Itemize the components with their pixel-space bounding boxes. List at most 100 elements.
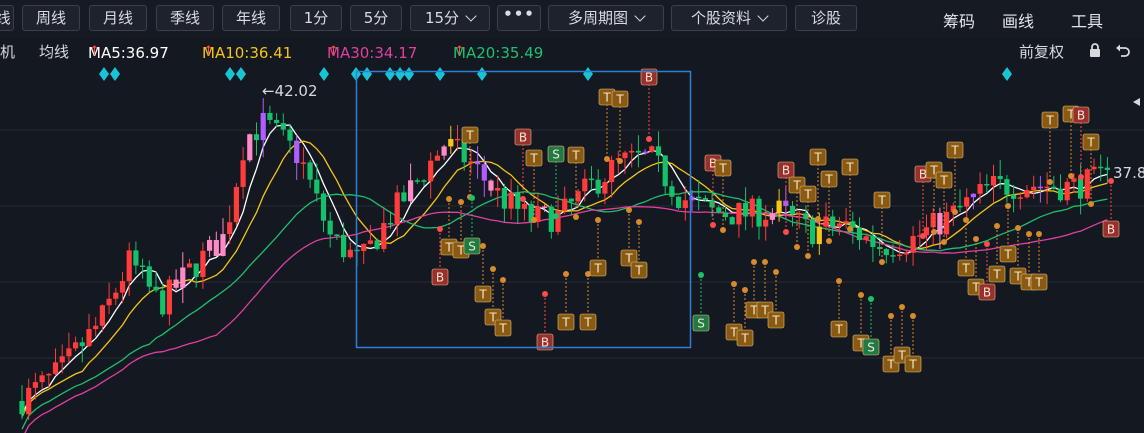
signal-badge: B (1102, 178, 1120, 238)
candle-body (428, 160, 434, 182)
multi-period-label: 多周期图 (567, 9, 628, 27)
stock-info-select[interactable]: 个股资料 (671, 5, 787, 31)
candle-body (32, 382, 38, 388)
tools-menu[interactable]: 工具 (1071, 8, 1113, 32)
more-dots-icon: ••• (503, 5, 535, 23)
candle-body (501, 187, 507, 209)
candle-body (314, 179, 320, 194)
candle-body (93, 325, 99, 330)
signal-dot (1036, 231, 1042, 237)
signal-dot (531, 217, 537, 223)
toolbar-cut-button[interactable]: 线 (0, 5, 14, 31)
kline-chart[interactable]: T BST TT TBB TT T SBTTTBT TTTTST TT TTBTTTTTTTT ST… (0, 64, 1144, 433)
candle-body (749, 198, 755, 217)
signal-badge-letter: T (1003, 248, 1012, 262)
period-select[interactable]: 15分 (410, 5, 490, 31)
candle-body (1004, 179, 1010, 195)
candle-body (260, 112, 266, 141)
candle-body (649, 146, 655, 152)
candle-body (776, 200, 782, 214)
weekly-button[interactable]: 周线 (22, 5, 80, 31)
signal-dot (469, 195, 475, 201)
ma-average-label[interactable]: 均线 (39, 41, 69, 62)
signal-badge: S (692, 272, 710, 332)
quarterly-button[interactable]: 季线 (156, 5, 214, 31)
diamond-marker (319, 67, 329, 81)
chips-link[interactable]: 筹码 (943, 8, 975, 32)
signal-dot (858, 292, 864, 298)
ma-bar-cut-label: 机 (0, 43, 16, 61)
signal-badge-letter: T (561, 316, 570, 330)
undo-icon[interactable] (1115, 42, 1131, 58)
candle-body (166, 279, 172, 315)
candle-body (662, 155, 668, 187)
candle-body (334, 234, 340, 237)
signal-dot (731, 281, 737, 287)
signal-dot (698, 272, 704, 278)
yearly-button[interactable]: 年线 (222, 5, 280, 31)
candle-body (769, 213, 775, 220)
signal-badge-letter: T (845, 161, 854, 175)
signal-badge-letter: T (803, 188, 812, 202)
candle-body (823, 216, 829, 227)
candle-body (622, 152, 628, 159)
candle-body (1098, 166, 1104, 169)
draw-line-link[interactable]: 画线 (1002, 8, 1034, 32)
ma5-value: MA5:36.97 (88, 44, 169, 62)
candle-body (233, 186, 239, 223)
candle-body (635, 150, 641, 153)
signal-badge-letter: T (908, 358, 917, 372)
signal-badge: T (904, 313, 922, 373)
candle-body (629, 150, 635, 153)
signal-badge: T (579, 271, 597, 331)
monthly-button[interactable]: 月线 (89, 5, 147, 31)
diagnose-button[interactable]: 诊股 (795, 5, 857, 31)
5min-button[interactable]: 5分 (350, 5, 402, 31)
multi-period-select[interactable]: 多周期图 (548, 5, 664, 31)
ma-legend-bar: 机 均线 MA5:36.97 ↑ MA10:36.41 ↑ MA30:34.17 ↑ … (0, 38, 1144, 64)
signal-badge-letter: T (1034, 276, 1043, 290)
candle-body (52, 362, 59, 374)
candle-body (548, 206, 554, 232)
signal-badge: T (630, 219, 648, 279)
candle-body (454, 138, 461, 141)
signal-dot (899, 304, 905, 310)
signal-badge-letter: S (552, 148, 560, 162)
signal-badge-letter: T (961, 262, 970, 276)
signal-dot (847, 226, 853, 232)
candle-body (863, 236, 869, 241)
candle-body (1037, 186, 1043, 189)
period-select-value: 15分 (424, 9, 460, 27)
candle-body (582, 178, 588, 192)
candle-body (930, 212, 936, 228)
candle-body (267, 112, 273, 120)
signal-dot (480, 243, 486, 249)
candle-body (515, 192, 521, 209)
signal-dot (815, 216, 821, 222)
signal-dot (542, 291, 548, 297)
candle-body (856, 227, 863, 241)
adjust-mode-label[interactable]: 前复权 (1019, 41, 1064, 62)
candle-body (39, 375, 45, 383)
selection-box[interactable] (355, 70, 692, 349)
chevron-down-icon (634, 10, 646, 22)
1min-button[interactable]: 1分 (290, 5, 342, 31)
candle-body (173, 279, 179, 288)
lock-icon[interactable] (1087, 42, 1103, 58)
candle-body (119, 281, 126, 293)
signal-dot (826, 238, 832, 244)
signal-dot (604, 156, 610, 162)
candle-body (1051, 186, 1057, 189)
ma10-value: MA10:36.41 (202, 44, 293, 62)
candle-body (984, 184, 990, 186)
candle-body (1044, 186, 1050, 189)
candles (19, 98, 1110, 420)
more-button[interactable]: ••• (497, 5, 541, 31)
signal-badge-letter: T (465, 129, 474, 143)
signal-badge: T (841, 158, 859, 232)
up-arrow-icon: ↑ (203, 44, 214, 59)
candle-body (729, 217, 735, 225)
candle-body (897, 254, 903, 257)
signal-badge-letter: B (782, 164, 790, 178)
candle-body (542, 206, 548, 208)
